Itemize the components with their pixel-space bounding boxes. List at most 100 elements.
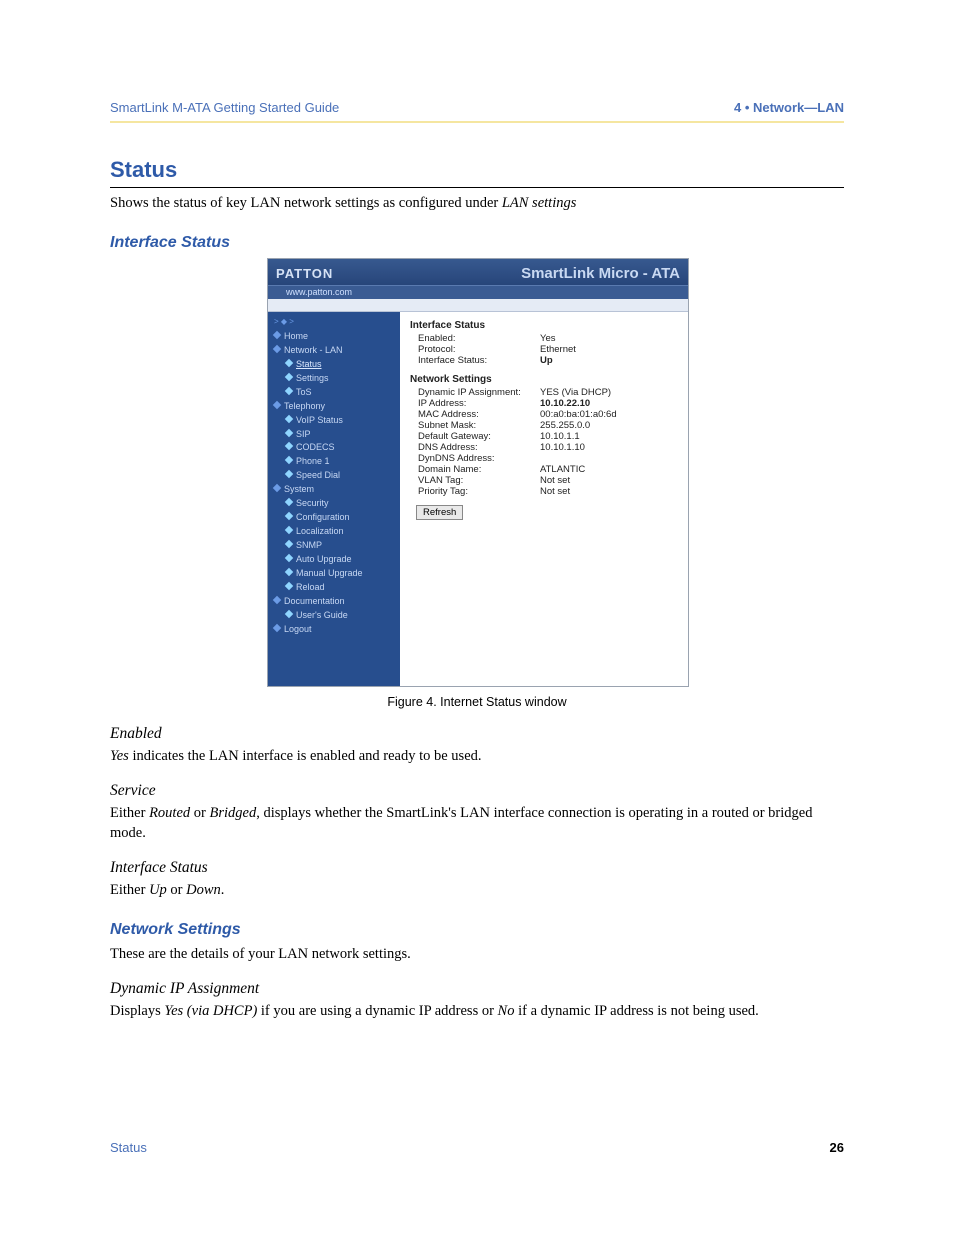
diamond-icon — [285, 609, 293, 617]
if-em2: Down — [186, 882, 221, 898]
subsection-network-settings: Network Settings — [110, 921, 844, 939]
diamond-icon — [285, 470, 293, 478]
sidebar-item-configuration[interactable]: Configuration — [274, 511, 396, 525]
field-head-service: Service — [110, 782, 844, 800]
sidebar-item-localization[interactable]: Localization — [274, 525, 396, 539]
diamond-icon — [285, 428, 293, 436]
kv-value: Yes — [540, 333, 556, 344]
dyn-em2: No — [498, 1003, 515, 1019]
service-em1: Routed — [149, 805, 190, 821]
if-p2: or — [167, 882, 186, 898]
sidebar-item-network-lan[interactable]: Network - LAN — [274, 344, 396, 358]
sidebar-item-sip[interactable]: SIP — [274, 428, 396, 442]
kv-row: Protocol:Ethernet — [410, 344, 680, 355]
kv-value: Ethernet — [540, 344, 576, 355]
sidebar-item-reload[interactable]: Reload — [274, 581, 396, 595]
page-header: SmartLink M-ATA Getting Started Guide 4 … — [110, 100, 844, 121]
diamond-icon — [273, 400, 281, 408]
sidebar-item-label: Auto Upgrade — [296, 554, 352, 564]
diamond-icon — [273, 596, 281, 604]
diamond-icon — [285, 359, 293, 367]
sidebar-item-documentation[interactable]: Documentation — [274, 595, 396, 609]
field-head-enabled: Enabled — [110, 725, 844, 743]
sidebar-item-system[interactable]: System — [274, 483, 396, 497]
interface-status-text: Either Up or Down. — [110, 881, 844, 901]
sidebar-item-status[interactable]: Status — [274, 358, 396, 372]
dyn-p2: if you are using a dynamic IP address or — [257, 1003, 497, 1019]
kv-value: 10.10.22.10 — [540, 398, 590, 409]
sidebar-item-settings[interactable]: Settings — [274, 372, 396, 386]
sidebar-item-label: Security — [296, 498, 329, 508]
diamond-icon — [285, 554, 293, 562]
diamond-icon — [285, 582, 293, 590]
sidebar-item-label: Settings — [296, 373, 329, 383]
sidebar-item-label: SIP — [296, 429, 311, 439]
sidebar-item-tos[interactable]: ToS — [274, 386, 396, 400]
network-settings-intro: These are the details of your LAN networ… — [110, 945, 844, 965]
subsection-interface-status: Interface Status — [110, 234, 844, 252]
section-rule — [110, 187, 844, 188]
diamond-icon — [285, 568, 293, 576]
sidebar-item-label: Speed Dial — [296, 470, 340, 480]
kv-value: YES (Via DHCP) — [540, 387, 611, 398]
dyn-em1: Yes (via DHCP) — [164, 1003, 257, 1019]
if-p1: Either — [110, 882, 149, 898]
sidebar-item-label: Telephony — [284, 401, 325, 411]
sidebar-item-codecs[interactable]: CODECS — [274, 441, 396, 455]
kv-value: ATLANTIC — [540, 464, 585, 475]
service-p1: Either — [110, 805, 149, 821]
kv-key: Dynamic IP Assignment: — [410, 387, 540, 398]
sidebar-item-logout[interactable]: Logout — [274, 623, 396, 637]
kv-row: Subnet Mask:255.255.0.0 — [410, 420, 680, 431]
diamond-icon — [273, 623, 281, 631]
diamond-icon — [273, 484, 281, 492]
diamond-icon — [285, 512, 293, 520]
product-title: SmartLink Micro - ATA — [521, 265, 680, 282]
service-p2: or — [190, 805, 209, 821]
sidebar-item-label: VoIP Status — [296, 415, 343, 425]
diamond-icon — [285, 540, 293, 548]
breadcrumb: > ◆ > — [274, 316, 396, 330]
kv-value: Not set — [540, 475, 570, 486]
service-text: Either Routed or Bridged, displays wheth… — [110, 804, 844, 843]
kv-row: VLAN Tag:Not set — [410, 475, 680, 486]
diamond-icon — [273, 345, 281, 353]
sidebar-item-telephony[interactable]: Telephony — [274, 400, 396, 414]
sidebar-item-user-s-guide[interactable]: User's Guide — [274, 609, 396, 623]
sidebar-item-voip-status[interactable]: VoIP Status — [274, 414, 396, 428]
diamond-icon — [273, 331, 281, 339]
dynamic-ip-text: Displays Yes (via DHCP) if you are using… — [110, 1002, 844, 1022]
enabled-text: Yes indicates the LAN interface is enabl… — [110, 747, 844, 767]
kv-row: Interface Status:Up — [410, 355, 680, 366]
kv-row: Dynamic IP Assignment:YES (Via DHCP) — [410, 387, 680, 398]
sidebar-item-label: User's Guide — [296, 610, 348, 620]
field-head-interface-status: Interface Status — [110, 859, 844, 877]
diamond-icon — [285, 442, 293, 450]
sidebar-item-auto-upgrade[interactable]: Auto Upgrade — [274, 553, 396, 567]
sidebar-item-speed-dial[interactable]: Speed Dial — [274, 469, 396, 483]
sidebar-item-security[interactable]: Security — [274, 497, 396, 511]
footer-page-number: 26 — [830, 1140, 844, 1155]
header-left: SmartLink M-ATA Getting Started Guide — [110, 100, 339, 115]
refresh-button[interactable]: Refresh — [416, 505, 463, 520]
sidebar-item-manual-upgrade[interactable]: Manual Upgrade — [274, 567, 396, 581]
sidebar-item-label: CODECS — [296, 442, 335, 452]
sidebar-item-phone-1[interactable]: Phone 1 — [274, 455, 396, 469]
kv-key: Default Gateway: — [410, 431, 540, 442]
if-p3: . — [221, 882, 225, 898]
kv-key: MAC Address: — [410, 409, 540, 420]
field-head-dynamic-ip: Dynamic IP Assignment — [110, 980, 844, 998]
sidebar-item-snmp[interactable]: SNMP — [274, 539, 396, 553]
figure-caption: Figure 4. Internet Status window — [267, 695, 687, 709]
sidebar-item-label: Reload — [296, 582, 325, 592]
intro-em: LAN settings — [502, 195, 577, 211]
footer-left: Status — [110, 1140, 147, 1155]
diamond-icon — [285, 386, 293, 394]
kv-key: DNS Address: — [410, 442, 540, 453]
patton-logo: PATTON — [276, 266, 333, 281]
sidebar-item-label: Home — [284, 331, 308, 341]
sidebar-item-label: Localization — [296, 526, 344, 536]
kv-row: Enabled:Yes — [410, 333, 680, 344]
sidebar-item-home[interactable]: Home — [274, 330, 396, 344]
section-title-status: Status — [110, 157, 844, 183]
